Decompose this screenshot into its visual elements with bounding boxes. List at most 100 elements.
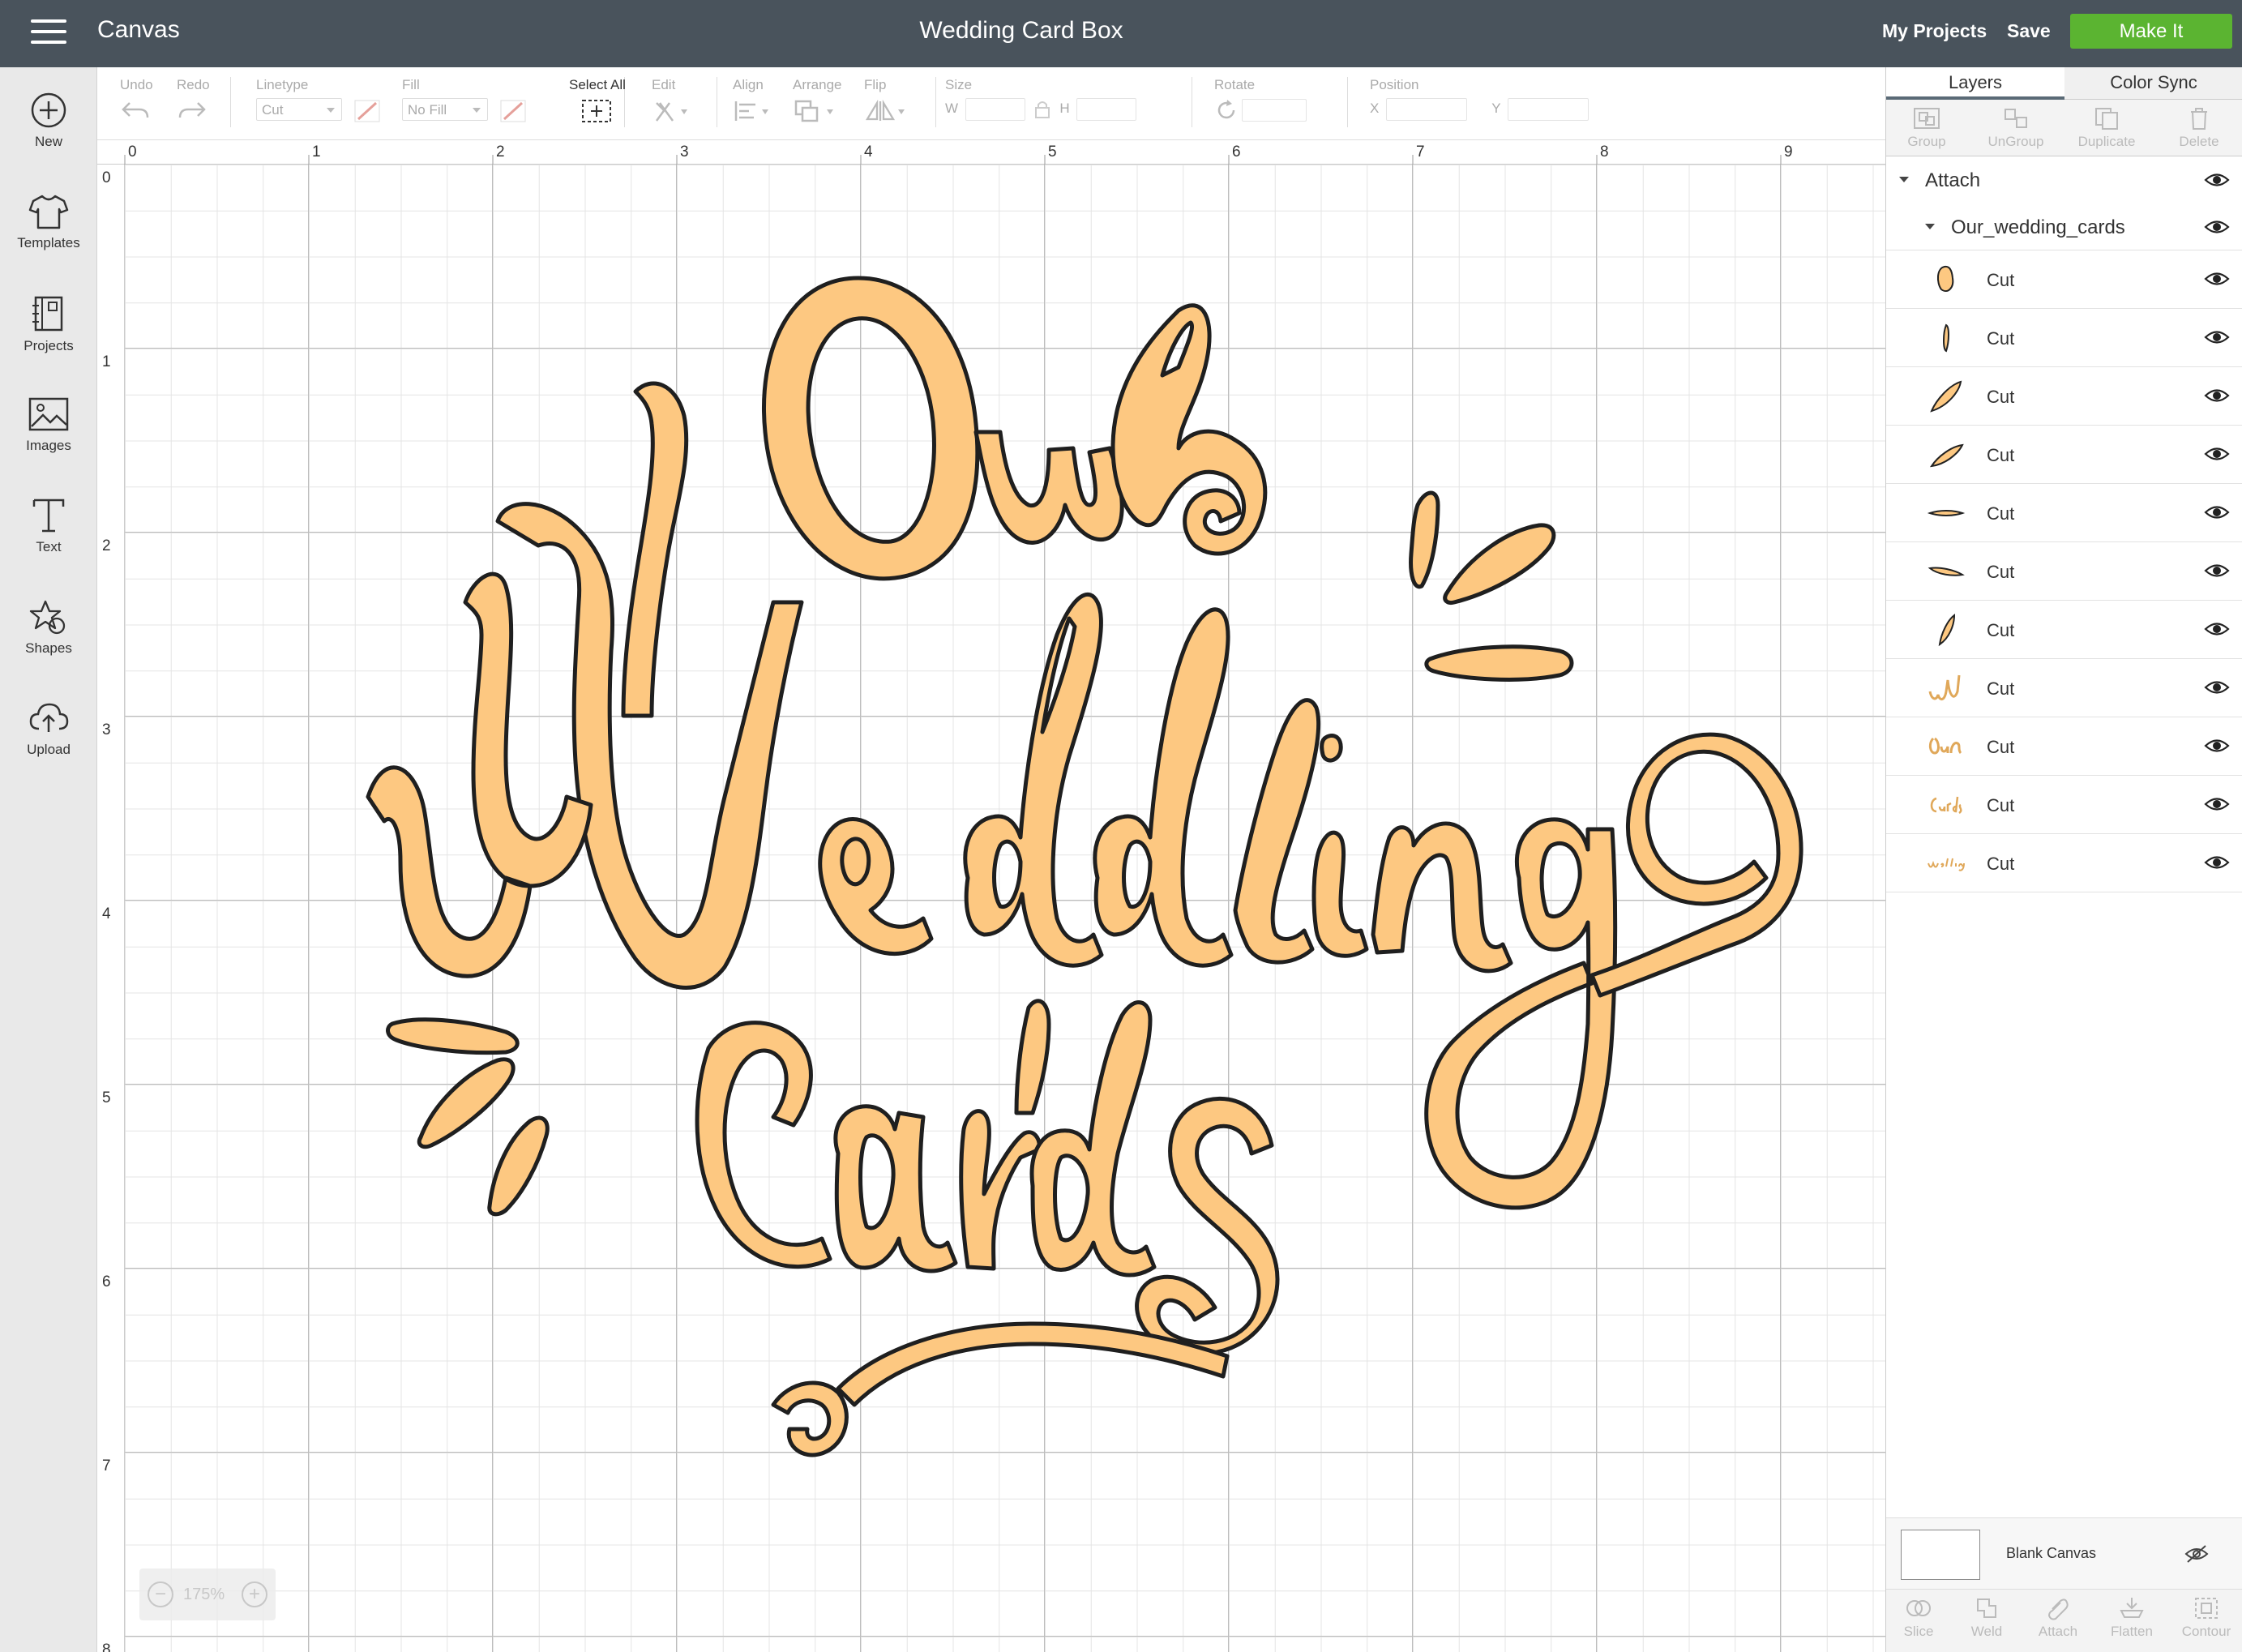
flip-label: Flip xyxy=(864,77,887,92)
letter-W-lead-shape xyxy=(366,571,593,978)
weld-label: Weld xyxy=(1970,1624,2003,1639)
paperclip-icon xyxy=(2047,1599,2069,1620)
layer-item[interactable]: Cut xyxy=(1886,834,2242,892)
eye-icon[interactable] xyxy=(2204,562,2230,580)
layer-item[interactable]: Cut xyxy=(1886,250,2242,309)
layer-item[interactable]: Cut xyxy=(1886,426,2242,484)
sidebar-item-shapes[interactable]: Shapes xyxy=(0,598,97,687)
sidebar-item-templates[interactable]: Templates xyxy=(0,193,97,282)
delete-button[interactable]: Delete xyxy=(2159,106,2240,150)
flip-button[interactable]: Flip xyxy=(864,77,909,128)
layer-group-attach[interactable]: Attach xyxy=(1886,156,2242,203)
position-x-label: X xyxy=(1370,101,1380,117)
fill-color-icon[interactable] xyxy=(499,99,527,123)
ruler-h-5: 5 xyxy=(1048,143,1057,160)
sidebar-label-projects: Projects xyxy=(24,338,74,353)
sidebar-item-new[interactable]: New xyxy=(0,92,97,181)
collapse-caret-icon[interactable] xyxy=(1899,177,1909,182)
layer-item[interactable]: Cut xyxy=(1886,484,2242,542)
group-button[interactable]: Group xyxy=(1886,106,1967,150)
g-flourish-loop-shape xyxy=(1590,732,1803,998)
weld-button[interactable]: Weld xyxy=(1951,1596,2022,1640)
redo-button[interactable]: Redo xyxy=(177,77,210,126)
blank-canvas-row[interactable]: Blank Canvas xyxy=(1886,1517,2242,1589)
select-all-button[interactable]: Select All xyxy=(569,77,626,128)
layer-item[interactable]: Cut xyxy=(1886,717,2242,776)
make-it-button[interactable]: Make It xyxy=(2070,14,2232,49)
text-t-icon xyxy=(32,499,65,533)
eye-icon[interactable] xyxy=(2204,503,2230,521)
position-x-input[interactable] xyxy=(1385,98,1467,121)
eye-icon[interactable] xyxy=(2204,270,2230,288)
linetype-select[interactable]: Cut xyxy=(256,98,342,121)
ungroup-button[interactable]: UnGroup xyxy=(1975,106,2056,150)
layer-item[interactable]: Cut xyxy=(1886,601,2242,659)
layer-item[interactable]: Cut xyxy=(1886,367,2242,426)
cloud-upload-icon xyxy=(29,703,69,732)
eye-icon[interactable] xyxy=(2204,678,2230,696)
linetype-control: Linetype Cut xyxy=(256,77,381,123)
letter-O-shape xyxy=(762,276,980,581)
layer-thumbnail-leaf xyxy=(1943,323,1949,353)
select-all-label: Select All xyxy=(569,77,626,92)
eye-icon[interactable] xyxy=(2204,854,2230,871)
eye-icon[interactable] xyxy=(2204,737,2230,755)
ruler-h-6: 6 xyxy=(1232,143,1241,160)
leaf-shape-2 xyxy=(1443,523,1556,605)
height-input[interactable] xyxy=(1076,98,1137,121)
our-wedding-cards-design[interactable] xyxy=(125,165,1885,1652)
tab-color-sync[interactable]: Color Sync xyxy=(2064,67,2242,100)
duplicate-button[interactable]: Duplicate xyxy=(2066,106,2147,150)
rotate-input[interactable] xyxy=(1242,99,1307,122)
slice-button[interactable]: Slice xyxy=(1886,1596,1951,1640)
left-sidebar: New Templates Projects Images Text Shape… xyxy=(0,67,97,1652)
zoom-out-button[interactable]: − xyxy=(148,1581,173,1607)
layer-label: Cut xyxy=(1987,503,2015,524)
letter-l-shape xyxy=(1233,698,1321,965)
layer-item[interactable]: Cut xyxy=(1886,309,2242,367)
tab-layers[interactable]: Layers xyxy=(1886,67,2064,100)
layer-label: Cut xyxy=(1987,620,2015,640)
zoom-in-button[interactable]: + xyxy=(242,1581,267,1607)
sidebar-label-text: Text xyxy=(36,539,62,554)
eye-icon[interactable] xyxy=(2204,795,2230,813)
save-button[interactable]: Save xyxy=(2007,20,2051,42)
linetype-color-icon[interactable] xyxy=(353,99,381,123)
eye-icon[interactable] xyxy=(2204,328,2230,346)
eye-icon[interactable] xyxy=(2204,387,2230,404)
collapse-caret-icon[interactable] xyxy=(1925,224,1935,229)
eye-icon[interactable] xyxy=(2204,445,2230,463)
blank-canvas-swatch[interactable] xyxy=(1901,1530,1980,1580)
sidebar-item-text[interactable]: Text xyxy=(0,497,97,586)
layer-subgroup[interactable]: Our_wedding_cards xyxy=(1886,203,2242,250)
undo-button[interactable]: Undo xyxy=(120,77,153,126)
horizontal-ruler: 0 1 2 3 4 5 6 7 8 9 xyxy=(97,140,1885,165)
sidebar-item-upload[interactable]: Upload xyxy=(0,700,97,789)
align-button[interactable]: Align xyxy=(733,77,772,128)
hidden-eye-icon[interactable] xyxy=(2184,1544,2209,1564)
subgroup-name: Our_wedding_cards xyxy=(1951,216,2125,238)
lock-icon[interactable] xyxy=(1033,99,1051,120)
fill-select[interactable]: No Fill xyxy=(402,98,488,121)
sidebar-item-images[interactable]: Images xyxy=(0,396,97,485)
sidebar-item-projects[interactable]: Projects xyxy=(0,294,97,383)
eye-icon[interactable] xyxy=(2204,218,2230,236)
width-input[interactable] xyxy=(965,98,1025,121)
contour-button[interactable]: Contour xyxy=(2170,1596,2242,1640)
letter-d1-shape xyxy=(963,592,1104,968)
eye-icon[interactable] xyxy=(2204,171,2230,189)
my-projects-link[interactable]: My Projects xyxy=(1882,20,1987,42)
eye-icon[interactable] xyxy=(2204,620,2230,638)
attach-button[interactable]: Attach xyxy=(2022,1596,2094,1640)
rotate-icon xyxy=(1217,100,1235,119)
layer-item[interactable]: Cut xyxy=(1886,776,2242,834)
layer-item[interactable]: Cut xyxy=(1886,542,2242,601)
arrange-button[interactable]: Arrange xyxy=(793,77,841,128)
ruler-h-9: 9 xyxy=(1784,143,1793,160)
edit-button[interactable]: Edit xyxy=(652,77,691,128)
position-y-input[interactable] xyxy=(1508,98,1590,121)
layer-item[interactable]: Cut xyxy=(1886,659,2242,717)
flatten-button[interactable]: Flatten xyxy=(2094,1596,2170,1640)
plus-circle-icon xyxy=(31,92,66,128)
edit-toolbar: Undo Redo Linetype Cut Fill No Fill Sele… xyxy=(97,67,1885,140)
